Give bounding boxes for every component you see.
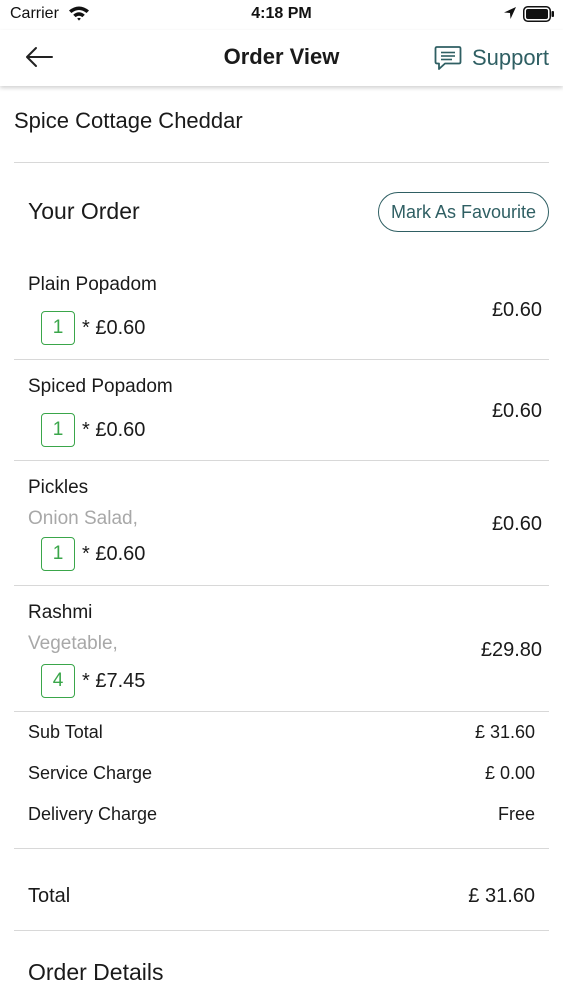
item-total: £29.80 [480,639,542,661]
quantity-badge: 1 [41,537,75,571]
order-item: Pickles Onion Salad, 1 * £0.60 £0.60 [14,461,549,586]
support-button[interactable]: Support [434,42,549,74]
delivery-charge-value: Free [497,804,535,824]
order-item: Plain Popadom 1 * £0.60 £0.60 [14,256,549,360]
item-name: Plain Popadom [28,274,157,295]
divider [14,848,549,849]
service-charge-row: Service Charge £ 0.00 [28,763,535,787]
battery-icon [523,6,554,22]
item-name: Pickles [28,477,89,498]
restaurant-name: Spice Cottage Cheddar [14,108,243,133]
support-label: Support [471,45,549,70]
mark-as-favourite-button[interactable]: Mark As Favourite [377,192,549,232]
quantity-badge: 4 [41,664,75,698]
delivery-charge-label: Delivery Charge [28,804,158,824]
quantity-badge: 1 [41,311,75,345]
quantity-badge: 1 [41,413,75,447]
item-note: Onion Salad, [28,508,138,529]
order-details-title: Order Details [28,959,164,985]
delivery-charge-row: Delivery Charge Free [28,804,535,828]
unit-price: * £0.60 [82,317,146,339]
sub-total-label: Sub Total [28,722,103,742]
sub-total-row: Sub Total £ 31.60 [28,722,535,746]
unit-price: * £7.45 [82,670,146,692]
status-bar: Carrier 4:18 PM [0,0,563,30]
sub-total-value: £ 31.60 [474,722,535,742]
item-name: Rashmi [28,602,93,623]
item-total: £0.60 [491,513,542,535]
unit-price: * £0.60 [82,419,146,441]
divider [14,930,549,931]
service-charge-value: £ 0.00 [484,763,535,783]
row-divider [14,711,549,712]
item-total: £0.60 [491,299,542,321]
total-row: Total £ 31.60 [28,885,535,911]
item-note: Vegetable, [28,633,118,654]
total-label: Total [28,885,71,907]
status-time: 4:18 PM [251,5,312,22]
order-item: Rashmi Vegetable, 4 * £7.45 £29.80 [14,586,549,712]
item-name: Spiced Popadom [28,376,173,397]
item-total: £0.60 [491,400,542,422]
location-arrow-icon [504,7,516,19]
navigation-bar: Order View Support [0,30,563,86]
service-charge-label: Service Charge [28,763,153,783]
divider [14,162,549,163]
chat-bubble-icon [434,46,462,70]
order-item: Spiced Popadom 1 * £0.60 £0.60 [14,360,549,461]
unit-price: * £0.60 [82,543,146,565]
total-value: £ 31.60 [468,885,535,907]
your-order-title: Your Order [28,198,140,224]
